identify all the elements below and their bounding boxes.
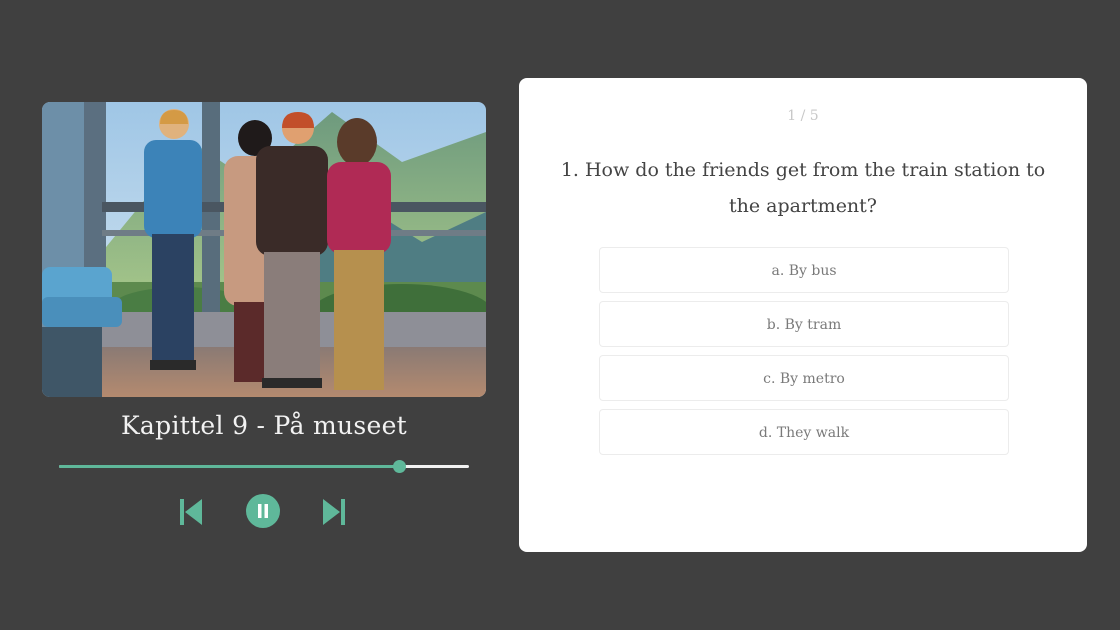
- question-text: 1. How do the friends get from the train…: [560, 159, 1046, 217]
- skip-previous-icon: [180, 499, 202, 525]
- question-counter: 1 / 5: [787, 108, 819, 124]
- skip-next-icon: [323, 499, 345, 525]
- playback-progress-thumb[interactable]: [393, 460, 407, 473]
- pause-button[interactable]: [246, 494, 280, 528]
- quiz-card: 1 / 5 1. How do the friends get from the…: [519, 78, 1087, 552]
- previous-track-button[interactable]: [180, 499, 202, 525]
- playback-progress-fill: [59, 465, 400, 468]
- answer-options: a. By bus b. By tram c. By metro d. They…: [599, 247, 1009, 463]
- playback-controls: [42, 492, 486, 532]
- answer-option-b[interactable]: b. By tram: [599, 301, 1009, 347]
- chapter-cover-image: [42, 102, 486, 397]
- answer-option-a[interactable]: a. By bus: [599, 247, 1009, 293]
- answer-option-d[interactable]: d. They walk: [599, 409, 1009, 455]
- chapter-title: Kapittel 9 - På museet: [120, 411, 408, 440]
- pause-icon: [246, 494, 280, 528]
- audio-player: Kapittel 9 - På museet: [42, 102, 486, 528]
- playback-progress-bar[interactable]: [59, 460, 469, 473]
- answer-option-c[interactable]: c. By metro: [599, 355, 1009, 401]
- next-track-button[interactable]: [323, 499, 345, 525]
